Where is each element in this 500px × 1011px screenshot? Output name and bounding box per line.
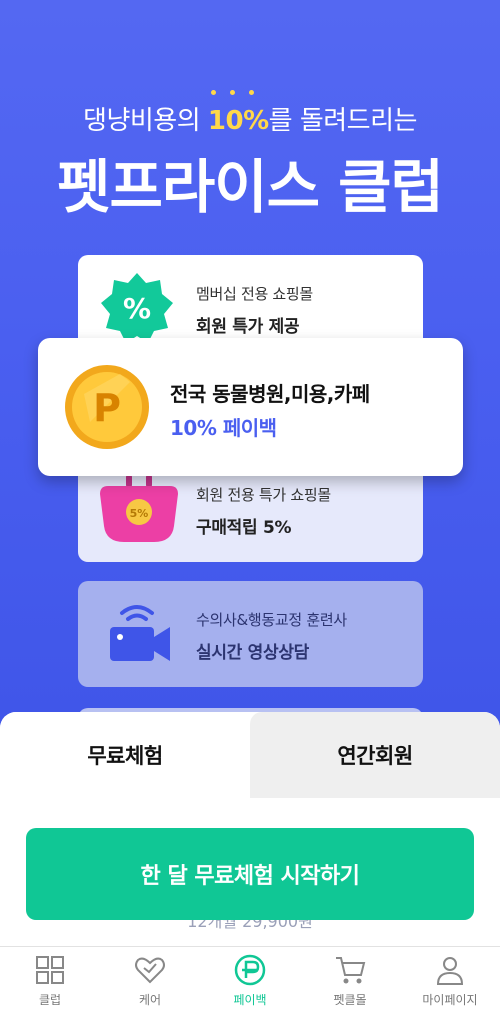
subtitle-highlight: 10%	[207, 106, 269, 136]
payback-title: 전국 동물병원,미용,카페	[170, 382, 370, 406]
nav-mypage[interactable]: 마이페이지	[400, 947, 500, 1011]
nav-label: 마이페이지	[422, 993, 478, 1007]
payback-rate: 10% 페이백	[170, 416, 277, 440]
hero-title: 펫프라이스 클럽	[57, 153, 444, 221]
start-free-trial-button[interactable]: 한 달 무료체험 시작하기	[26, 828, 474, 920]
svg-text:%: %	[123, 292, 151, 325]
nav-care[interactable]: 케어	[100, 947, 200, 1011]
nav-label: 클럽	[38, 993, 62, 1007]
nav-label: 펫클몰	[333, 993, 367, 1007]
card-subtext: 수의사&행동교정 훈련사	[196, 611, 347, 629]
tab-free-trial[interactable]: 무료체험	[0, 712, 250, 798]
cart-icon	[336, 957, 366, 984]
payback-icon	[234, 954, 266, 986]
svg-text:P: P	[93, 386, 121, 430]
grid-icon	[36, 956, 64, 984]
card-title: 구매적립 5%	[196, 518, 292, 538]
benefit-card-video: 수의사&행동교정 훈련사 실시간 영상상담	[78, 581, 423, 687]
bottom-navigation: 클럽 케어 페이백 펫클몰 마이페이지	[0, 946, 500, 1011]
wallet-icon: 5%	[100, 474, 178, 542]
card-subtext: 회원 전용 특가 쇼핑몰	[196, 486, 331, 504]
nav-mall[interactable]: 펫클몰	[300, 947, 400, 1011]
video-call-icon	[110, 605, 170, 661]
user-icon	[436, 957, 464, 985]
tab-annual-membership[interactable]: 연간회원	[250, 712, 500, 798]
card-title: 실시간 영상상담	[196, 643, 309, 663]
point-coin-icon: P	[65, 365, 149, 449]
hero-subtitle: 댕냥비용의 10%를 돌려드리는	[83, 106, 417, 136]
card-title: 회원 특가 제공	[196, 317, 300, 337]
payback-highlight-card: P 전국 동물병원,미용,카페 10% 페이백	[38, 338, 463, 476]
membership-sheet: 무료체험 연간회원 12개월 29,900원 한 달 무료체험 시작하기	[0, 712, 500, 952]
card-subtext: 멤버십 전용 쇼핑몰	[196, 285, 313, 303]
nav-payback[interactable]: 페이백	[200, 947, 300, 1011]
svg-text:5%: 5%	[130, 507, 149, 520]
nav-label: 페이백	[233, 993, 267, 1007]
discount-badge-icon: %	[101, 273, 173, 343]
heart-icon	[135, 957, 165, 984]
nav-label: 케어	[138, 993, 162, 1007]
nav-club[interactable]: 클럽	[0, 947, 100, 1011]
decorative-dots	[211, 90, 254, 95]
